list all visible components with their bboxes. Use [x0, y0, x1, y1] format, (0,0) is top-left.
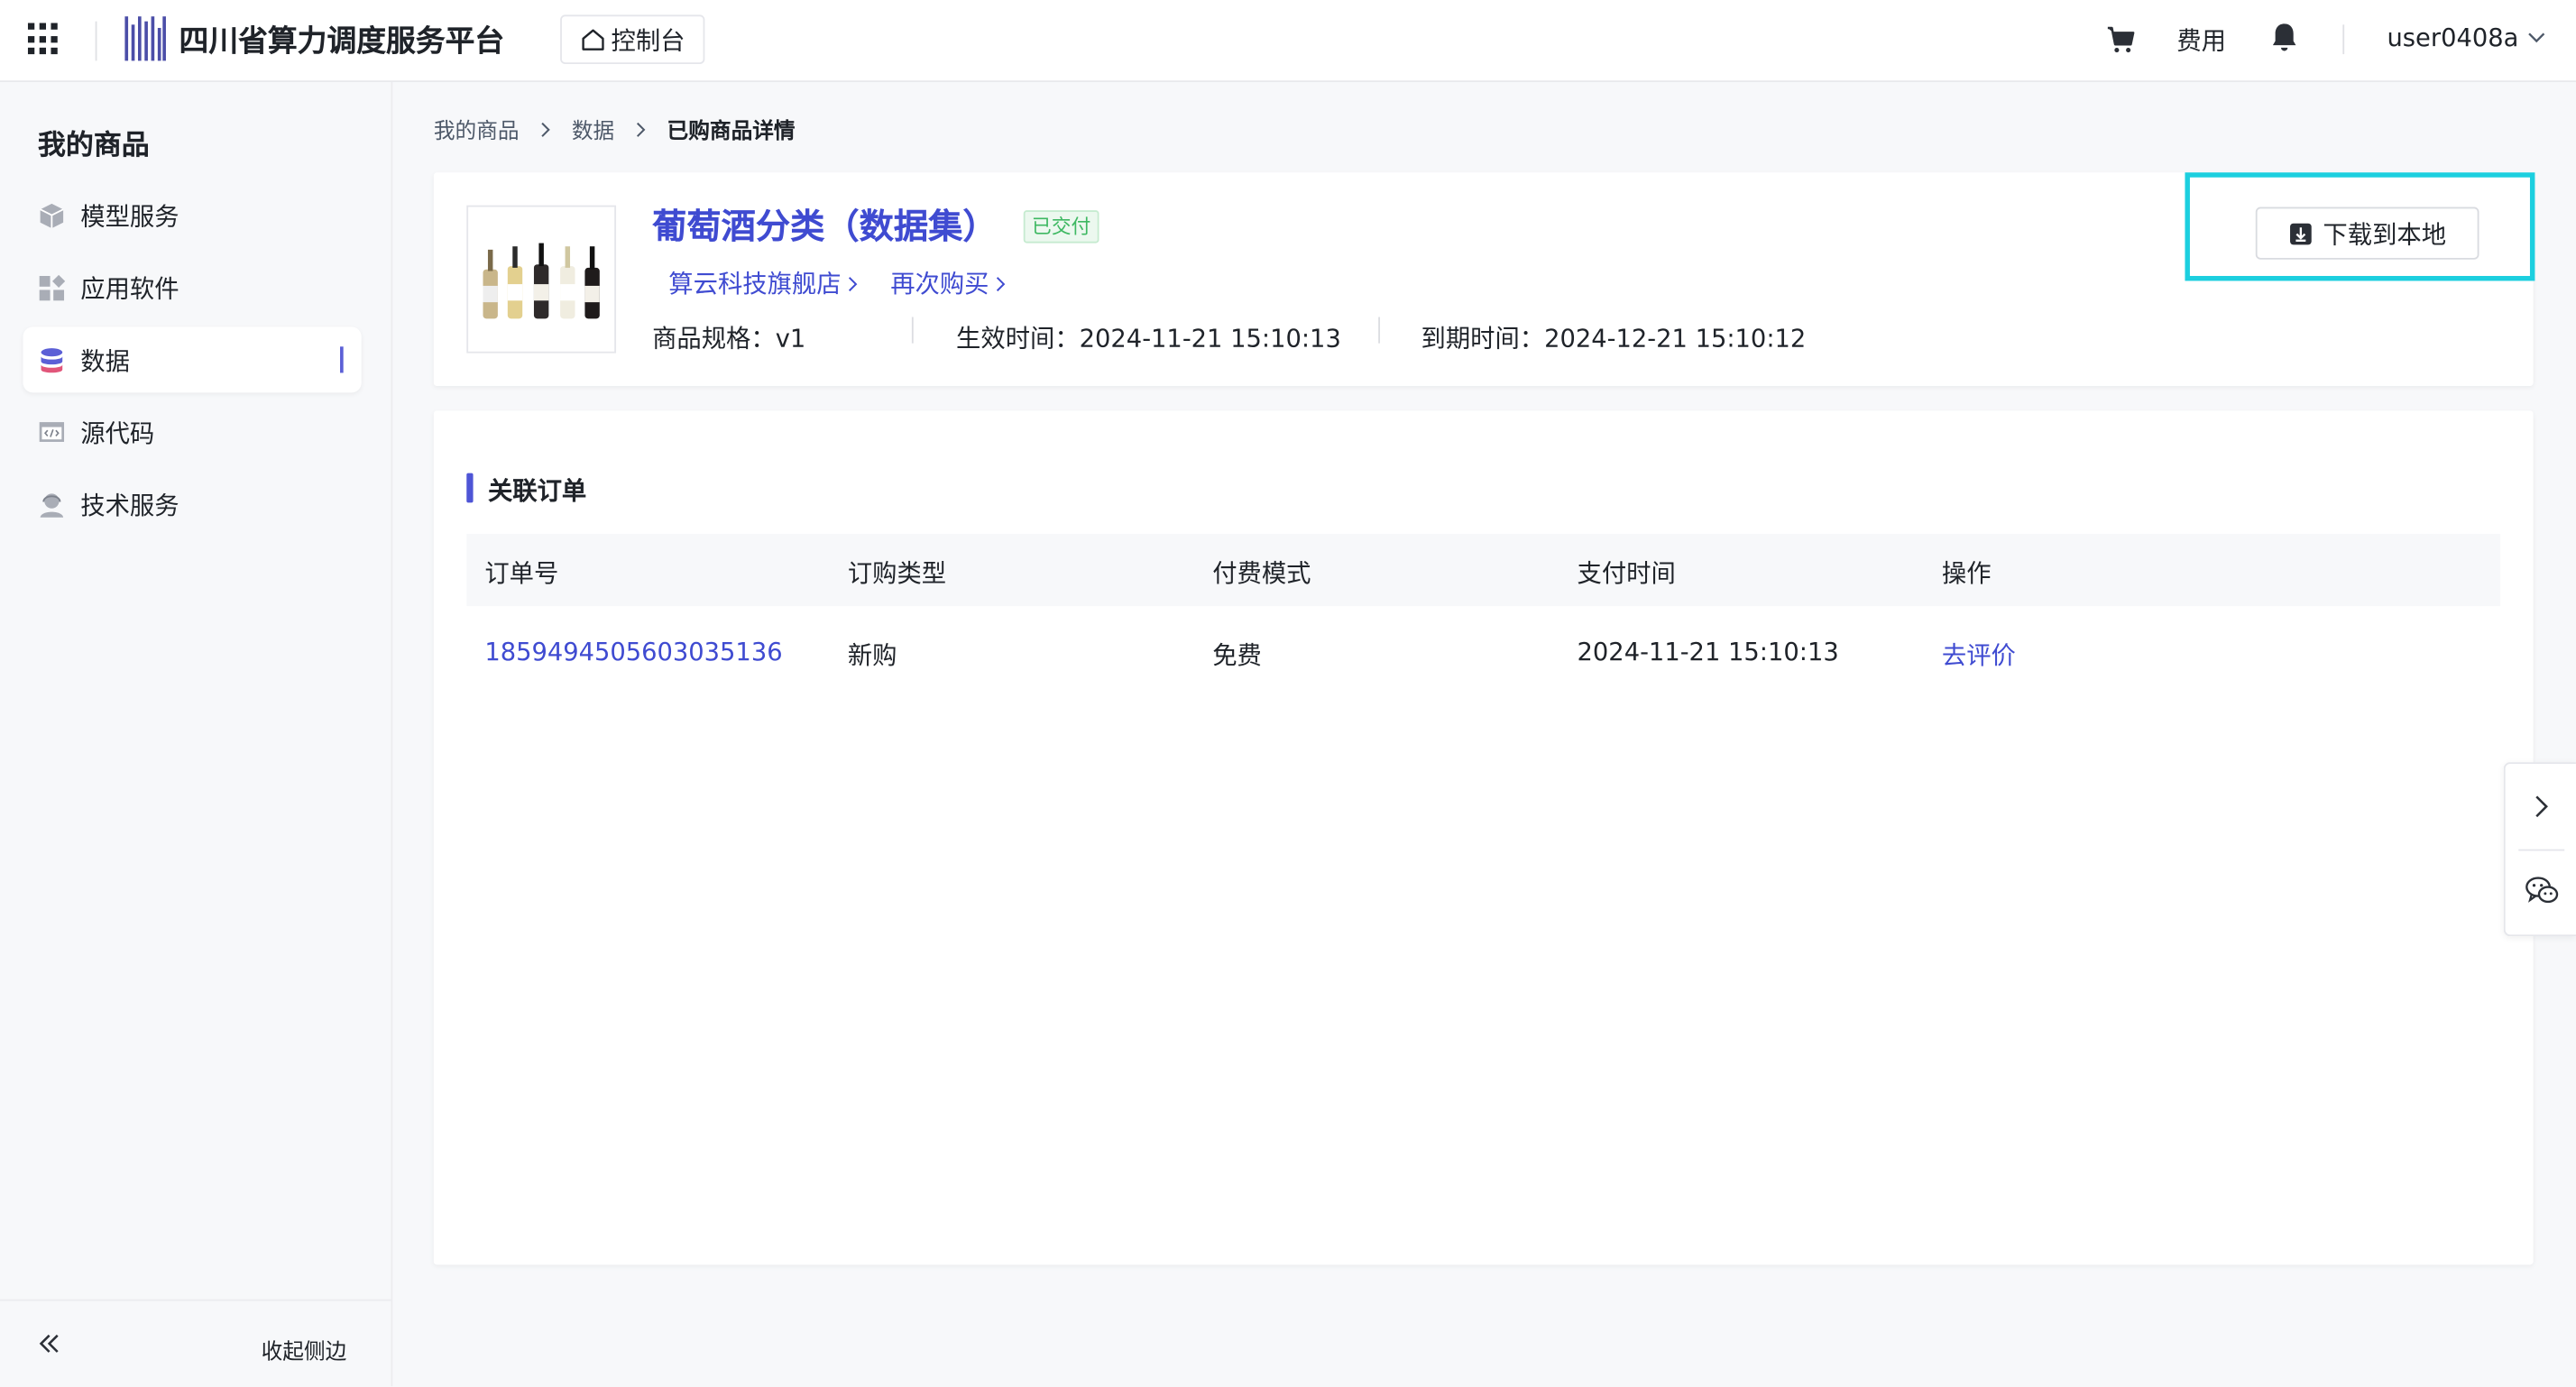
section-title: 关联订单	[487, 476, 587, 506]
sidebar-item-label: 技术服务	[80, 490, 179, 520]
bell-icon[interactable]	[2268, 22, 2300, 54]
collapse-sidebar-button[interactable]: 收起侧边	[262, 1334, 347, 1364]
divider	[2342, 24, 2345, 55]
user-menu[interactable]: user0408a	[2387, 23, 2518, 52]
active-indicator	[340, 346, 344, 373]
store-link-label: 算云科技旗舰店	[668, 269, 842, 299]
apps-icon	[39, 273, 66, 300]
database-icon	[41, 347, 63, 372]
sidebar-item-model-service[interactable]: 模型服务	[23, 182, 361, 248]
sidebar-item-label: 数据	[80, 345, 130, 376]
sidebar-item-label: 模型服务	[80, 201, 179, 231]
wine-bottles-image	[483, 243, 600, 319]
sidebar-item-label: 源代码	[80, 418, 155, 448]
breadcrumb-data[interactable]: 数据	[572, 114, 614, 144]
divider	[911, 317, 914, 344]
pay-time: 2024-11-21 15:10:13	[1577, 637, 1839, 667]
orders-card: 关联订单 订单号 订购类型 付费模式 支付时间 操作 1859494505603…	[433, 410, 2534, 1265]
effective-time: 生效时间：2024-11-21 15:10:13	[956, 323, 1341, 354]
code-icon	[39, 421, 65, 442]
floating-panel	[2503, 762, 2576, 937]
rebuy-link-label: 再次购买	[890, 269, 989, 299]
product-name: 葡萄酒分类（数据集）	[652, 207, 998, 247]
download-label: 下载到本地	[2323, 219, 2447, 249]
sidebar-title: 我的商品	[37, 129, 150, 163]
expire-time: 到期时间：2024-12-21 15:10:12	[1421, 323, 1807, 354]
console-button[interactable]: 控制台	[560, 14, 705, 65]
platform-title[interactable]: 四川省算力调度服务平台	[179, 18, 505, 60]
sidebar-footer: 收起侧边	[0, 1299, 391, 1387]
store-link[interactable]: 算云科技旗舰店	[668, 266, 860, 300]
pay-mode: 免费	[1212, 640, 1262, 671]
column-header: 订购类型	[847, 558, 947, 589]
divider	[1378, 317, 1380, 344]
sidebar-item-label: 应用软件	[80, 273, 179, 304]
column-header: 操作	[1941, 558, 1992, 589]
product-spec: 商品规格：v1	[652, 323, 806, 354]
chevron-right-icon	[848, 276, 858, 291]
breadcrumb-my-products[interactable]: 我的商品	[434, 114, 520, 144]
section-indicator	[466, 473, 474, 503]
wechat-icon[interactable]	[2525, 876, 2559, 907]
table-row: 1859494505603035136 新购 免费 2024-11-21 15:…	[466, 616, 2500, 688]
cart-icon[interactable]	[2106, 24, 2136, 54]
product-card: 葡萄酒分类（数据集） 已交付 算云科技旗舰店 再次购买 商品规格：v1 生效时间…	[433, 172, 2535, 387]
download-icon	[2290, 222, 2312, 244]
fee-link[interactable]: 费用	[2176, 23, 2226, 57]
order-number-link[interactable]: 1859494505603035136	[484, 638, 782, 667]
column-header: 付费模式	[1212, 558, 1311, 589]
column-header: 支付时间	[1577, 558, 1676, 589]
chevron-down-icon[interactable]	[2526, 30, 2546, 46]
double-chevron-left-icon[interactable]	[36, 1330, 62, 1356]
person-icon	[40, 492, 64, 517]
cube-icon	[40, 202, 64, 228]
sidebar-item-data[interactable]: 数据	[23, 326, 362, 393]
chevron-right-icon	[541, 121, 550, 136]
product-thumbnail	[466, 205, 617, 354]
top-bar: 四川省算力调度服务平台 控制台 费用 user0408a	[0, 0, 2576, 83]
download-button[interactable]: 下载到本地	[2255, 207, 2479, 260]
status-badge: 已交付	[1023, 210, 1099, 243]
sidebar: 我的商品 模型服务 应用软件 数据 源代码 技术服务 收起侧边	[0, 82, 393, 1387]
sidebar-item-source-code[interactable]: 源代码	[23, 400, 361, 465]
divider	[95, 21, 97, 61]
table-header: 订单号 订购类型 付费模式 支付时间 操作	[466, 533, 2501, 607]
chevron-right-icon[interactable]	[2530, 794, 2553, 820]
rebuy-link[interactable]: 再次购买	[890, 266, 1008, 300]
divider	[2518, 849, 2565, 851]
logo-icon[interactable]	[124, 16, 166, 61]
sidebar-item-software[interactable]: 应用软件	[23, 254, 361, 320]
home-icon	[582, 29, 604, 51]
console-label: 控制台	[611, 25, 685, 56]
breadcrumb: 我的商品 数据 已购商品详情	[434, 114, 796, 145]
order-type: 新购	[847, 640, 897, 671]
sidebar-item-tech-service[interactable]: 技术服务	[23, 472, 361, 537]
column-header: 订单号	[484, 558, 559, 589]
review-link[interactable]: 去评价	[1942, 638, 2016, 672]
chevron-right-icon	[637, 121, 646, 136]
apps-grid-icon[interactable]	[27, 23, 60, 55]
chevron-right-icon	[996, 276, 1006, 291]
breadcrumb-current: 已购商品详情	[667, 119, 796, 145]
